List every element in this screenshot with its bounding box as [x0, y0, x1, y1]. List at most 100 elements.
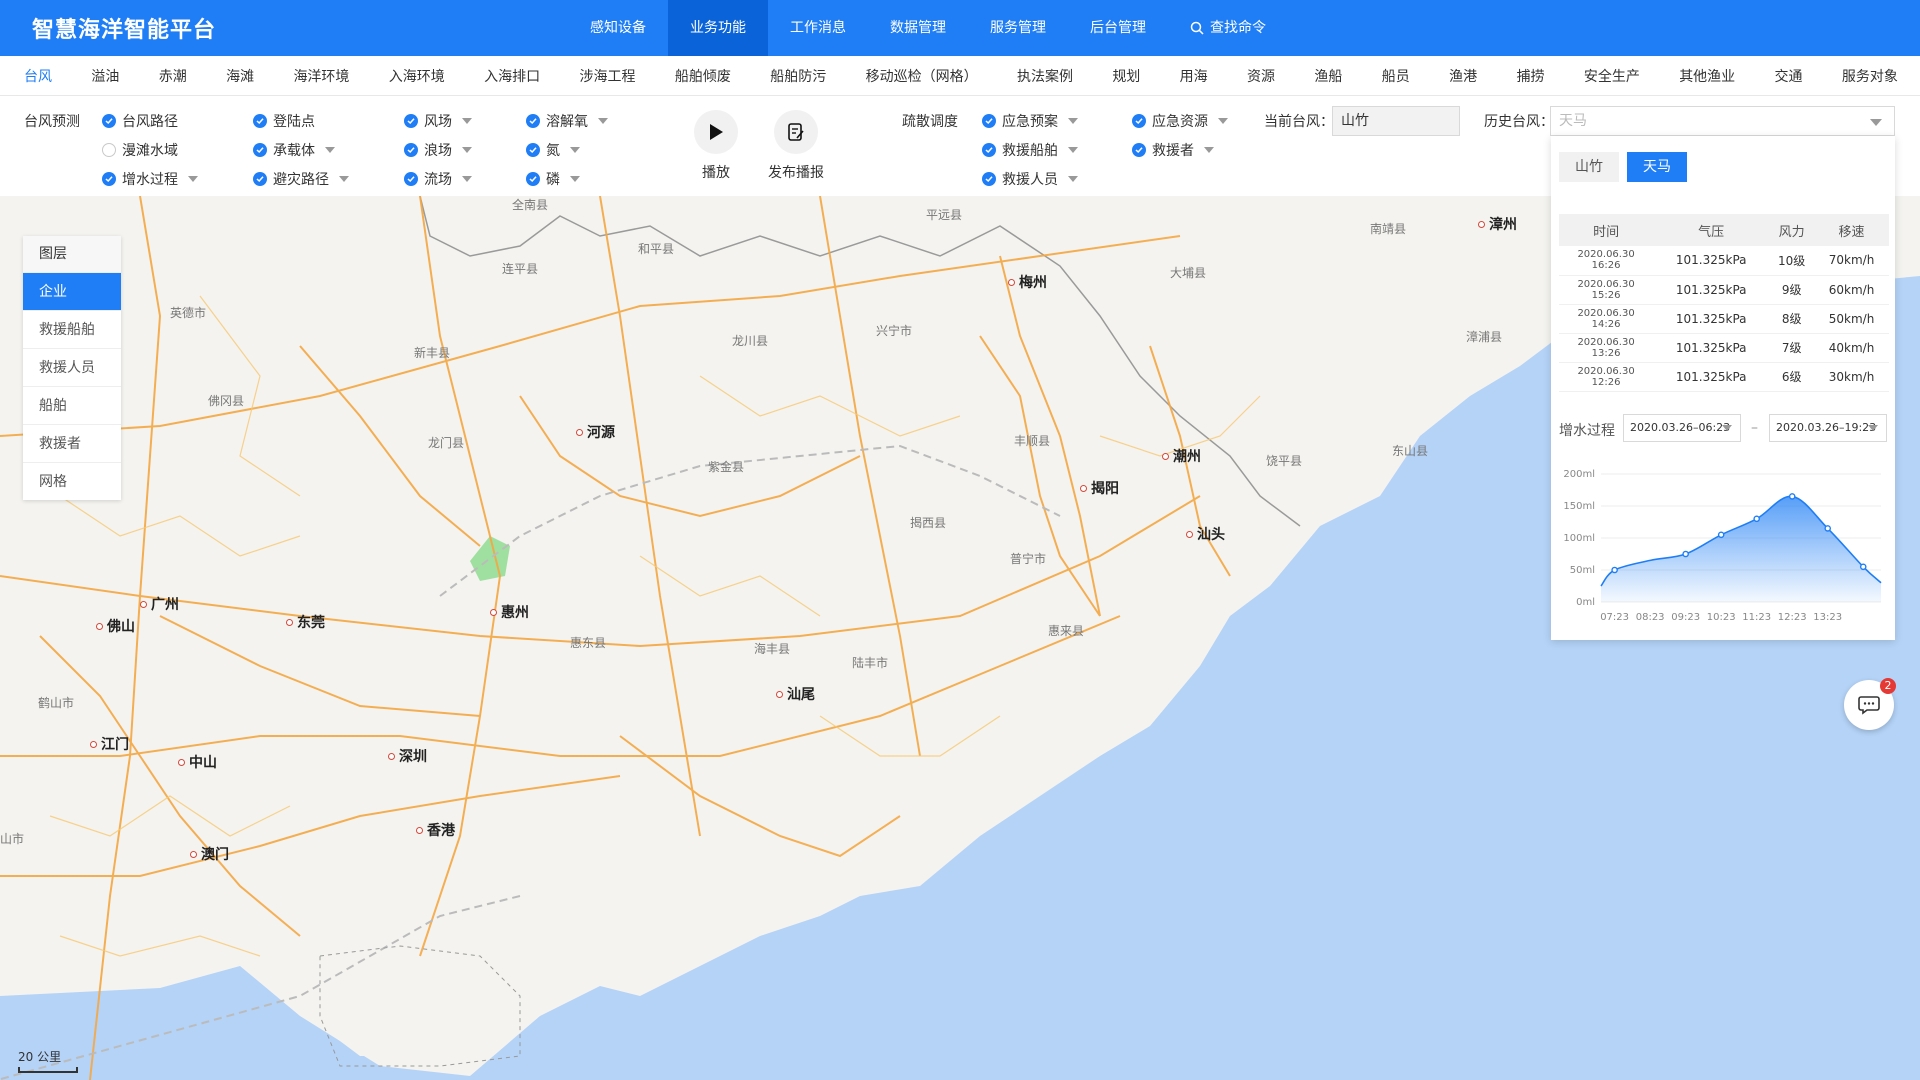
chevron-down-icon[interactable] — [570, 176, 580, 182]
checkbox-current-field[interactable]: 流场 — [404, 169, 472, 189]
chevron-down-icon[interactable] — [1218, 118, 1228, 124]
layer-item-ships[interactable]: 船舶 — [23, 386, 121, 424]
checkbox-rescue-personnel[interactable]: 救援人员 — [982, 169, 1078, 189]
map-city[interactable]: 揭阳 — [1080, 478, 1119, 498]
chevron-down-icon[interactable] — [1068, 176, 1078, 182]
checkbox-wind-field[interactable]: 风场 — [404, 111, 472, 131]
map-city[interactable]: 东莞 — [286, 612, 325, 632]
current-typhoon-field[interactable]: 山竹 — [1332, 106, 1460, 136]
chevron-down-icon — [1870, 119, 1882, 126]
subnav-enforcement-cases[interactable]: 执法案例 — [1017, 66, 1073, 86]
chevron-down-icon[interactable] — [1068, 147, 1078, 153]
cell-speed: 60km/h — [1814, 275, 1889, 305]
chevron-down-icon[interactable] — [462, 118, 472, 124]
topnav-business-functions[interactable]: 业务功能 — [668, 0, 768, 56]
subnav-outfall[interactable]: 入海排口 — [484, 66, 540, 86]
x-tick-label: 12:23 — [1778, 612, 1807, 623]
chevron-down-icon[interactable] — [598, 118, 608, 124]
map-city[interactable]: 汕尾 — [776, 684, 815, 704]
checkbox-nitrogen[interactable]: 氮 — [526, 140, 580, 160]
layer-item-rescuers[interactable]: 救援者 — [23, 424, 121, 462]
subnav-planning[interactable]: 规划 — [1112, 66, 1140, 86]
checked-icon — [253, 114, 267, 128]
topnav-backend-management[interactable]: 后台管理 — [1068, 0, 1168, 56]
topnav-sensing-devices[interactable]: 感知设备 — [568, 0, 668, 56]
history-typhoon-select[interactable]: 天马 — [1550, 106, 1895, 136]
chevron-down-icon[interactable] — [462, 147, 472, 153]
map-city[interactable]: 河源 — [576, 422, 615, 442]
subnav-catch[interactable]: 捕捞 — [1516, 66, 1544, 86]
scale-bar — [18, 1067, 78, 1073]
subnav-fishing-ports[interactable]: 渔港 — [1449, 66, 1477, 86]
chevron-down-icon[interactable] — [325, 147, 335, 153]
map-city[interactable]: 潮州 — [1162, 446, 1201, 466]
map-city[interactable]: 佛山 — [96, 616, 135, 636]
subnav-inflow-env[interactable]: 入海环境 — [389, 66, 445, 86]
subnav-typhoon[interactable]: 台风 — [24, 66, 52, 86]
map-city[interactable]: 香港 — [416, 820, 455, 840]
subnav-resources[interactable]: 资源 — [1247, 66, 1275, 86]
tab-tianma[interactable]: 天马 — [1627, 152, 1687, 182]
subnav-crew[interactable]: 船员 — [1382, 66, 1410, 86]
chevron-down-icon[interactable] — [570, 147, 580, 153]
publish-broadcast-button[interactable]: 发布播报 — [768, 110, 824, 182]
checkbox-evacuation-route[interactable]: 避灾路径 — [253, 169, 349, 189]
chat-button[interactable]: 2 — [1844, 678, 1896, 730]
checkbox-emergency-resources[interactable]: 应急资源 — [1132, 111, 1228, 131]
checkbox-rescuers[interactable]: 救援者 — [1132, 140, 1214, 160]
subnav-red-tide[interactable]: 赤潮 — [159, 66, 187, 86]
chevron-down-icon[interactable] — [188, 176, 198, 182]
map-city[interactable]: 惠州 — [490, 602, 529, 622]
checkbox-rescue-ships[interactable]: 救援船舶 — [982, 140, 1078, 160]
checkbox-flooded-water[interactable]: 漫滩水域 — [102, 140, 178, 160]
subnav-ship-dumping[interactable]: 船舶倾废 — [675, 66, 731, 86]
chevron-down-icon[interactable] — [462, 176, 472, 182]
checkbox-landing-point[interactable]: 登陆点 — [253, 111, 315, 131]
command-search[interactable]: 查找命令 — [1168, 0, 1288, 56]
subnav-sea-engineering[interactable]: 涉海工程 — [580, 66, 636, 86]
map-city[interactable]: 广州 — [140, 594, 179, 614]
surge-start-select[interactable]: 2020.03.26–06:23 — [1623, 414, 1741, 442]
table-row: 2020.06.30 15:26 101.325kPa 9级 60km/h — [1559, 275, 1889, 305]
checkbox-carrier[interactable]: 承载体 — [253, 140, 335, 160]
chevron-down-icon — [1722, 425, 1732, 431]
subnav-traffic[interactable]: 交通 — [1775, 66, 1803, 86]
topnav-data-management[interactable]: 数据管理 — [868, 0, 968, 56]
subnav-beach[interactable]: 海滩 — [226, 66, 254, 86]
map-city[interactable]: 深圳 — [388, 746, 427, 766]
checkbox-dissolved-oxygen[interactable]: 溶解氧 — [526, 111, 608, 131]
subnav-marine-env[interactable]: 海洋环境 — [293, 66, 349, 86]
subnav-other-fishery[interactable]: 其他渔业 — [1679, 66, 1735, 86]
column-header-wind: 风力 — [1769, 214, 1815, 246]
checkbox-emergency-plan[interactable]: 应急预案 — [982, 111, 1078, 131]
checkbox-wave-field[interactable]: 浪场 — [404, 140, 472, 160]
subnav-oil-spill[interactable]: 溢油 — [91, 66, 119, 86]
topnav-work-messages[interactable]: 工作消息 — [768, 0, 868, 56]
layer-item-rescue-ships[interactable]: 救援船舶 — [23, 310, 121, 348]
checkbox-typhoon-path[interactable]: 台风路径 — [102, 111, 178, 131]
checkbox-phosphorus[interactable]: 磷 — [526, 169, 580, 189]
subnav-mobile-inspection[interactable]: 移动巡检（网格） — [866, 66, 978, 86]
chevron-down-icon[interactable] — [339, 176, 349, 182]
topnav-service-management[interactable]: 服务管理 — [968, 0, 1068, 56]
subnav-service-targets[interactable]: 服务对象 — [1842, 66, 1898, 86]
subnav-sea-use[interactable]: 用海 — [1180, 66, 1208, 86]
tab-shanzhu[interactable]: 山竹 — [1559, 152, 1619, 182]
layer-item-enterprise[interactable]: 企业 — [23, 272, 121, 310]
subnav-safety[interactable]: 安全生产 — [1584, 66, 1640, 86]
map-city[interactable]: 江门 — [90, 734, 129, 754]
map-city[interactable]: 漳州 — [1478, 214, 1517, 234]
surge-end-select[interactable]: 2020.03.26–19:23 — [1769, 414, 1887, 442]
subnav-fishing-boats[interactable]: 渔船 — [1314, 66, 1342, 86]
map-city[interactable]: 梅州 — [1008, 272, 1047, 292]
map-city[interactable]: 汕头 — [1186, 524, 1225, 544]
layer-item-rescue-personnel[interactable]: 救援人员 — [23, 348, 121, 386]
layer-item-grid[interactable]: 网格 — [23, 462, 121, 500]
checkbox-surge-process[interactable]: 增水过程 — [102, 169, 198, 189]
chevron-down-icon[interactable] — [1204, 147, 1214, 153]
subnav-ship-pollution[interactable]: 船舶防污 — [770, 66, 826, 86]
chevron-down-icon[interactable] — [1068, 118, 1078, 124]
map-city[interactable]: 中山 — [178, 752, 217, 772]
map-city[interactable]: 澳门 — [190, 844, 229, 864]
play-button[interactable]: 播放 — [694, 110, 738, 182]
